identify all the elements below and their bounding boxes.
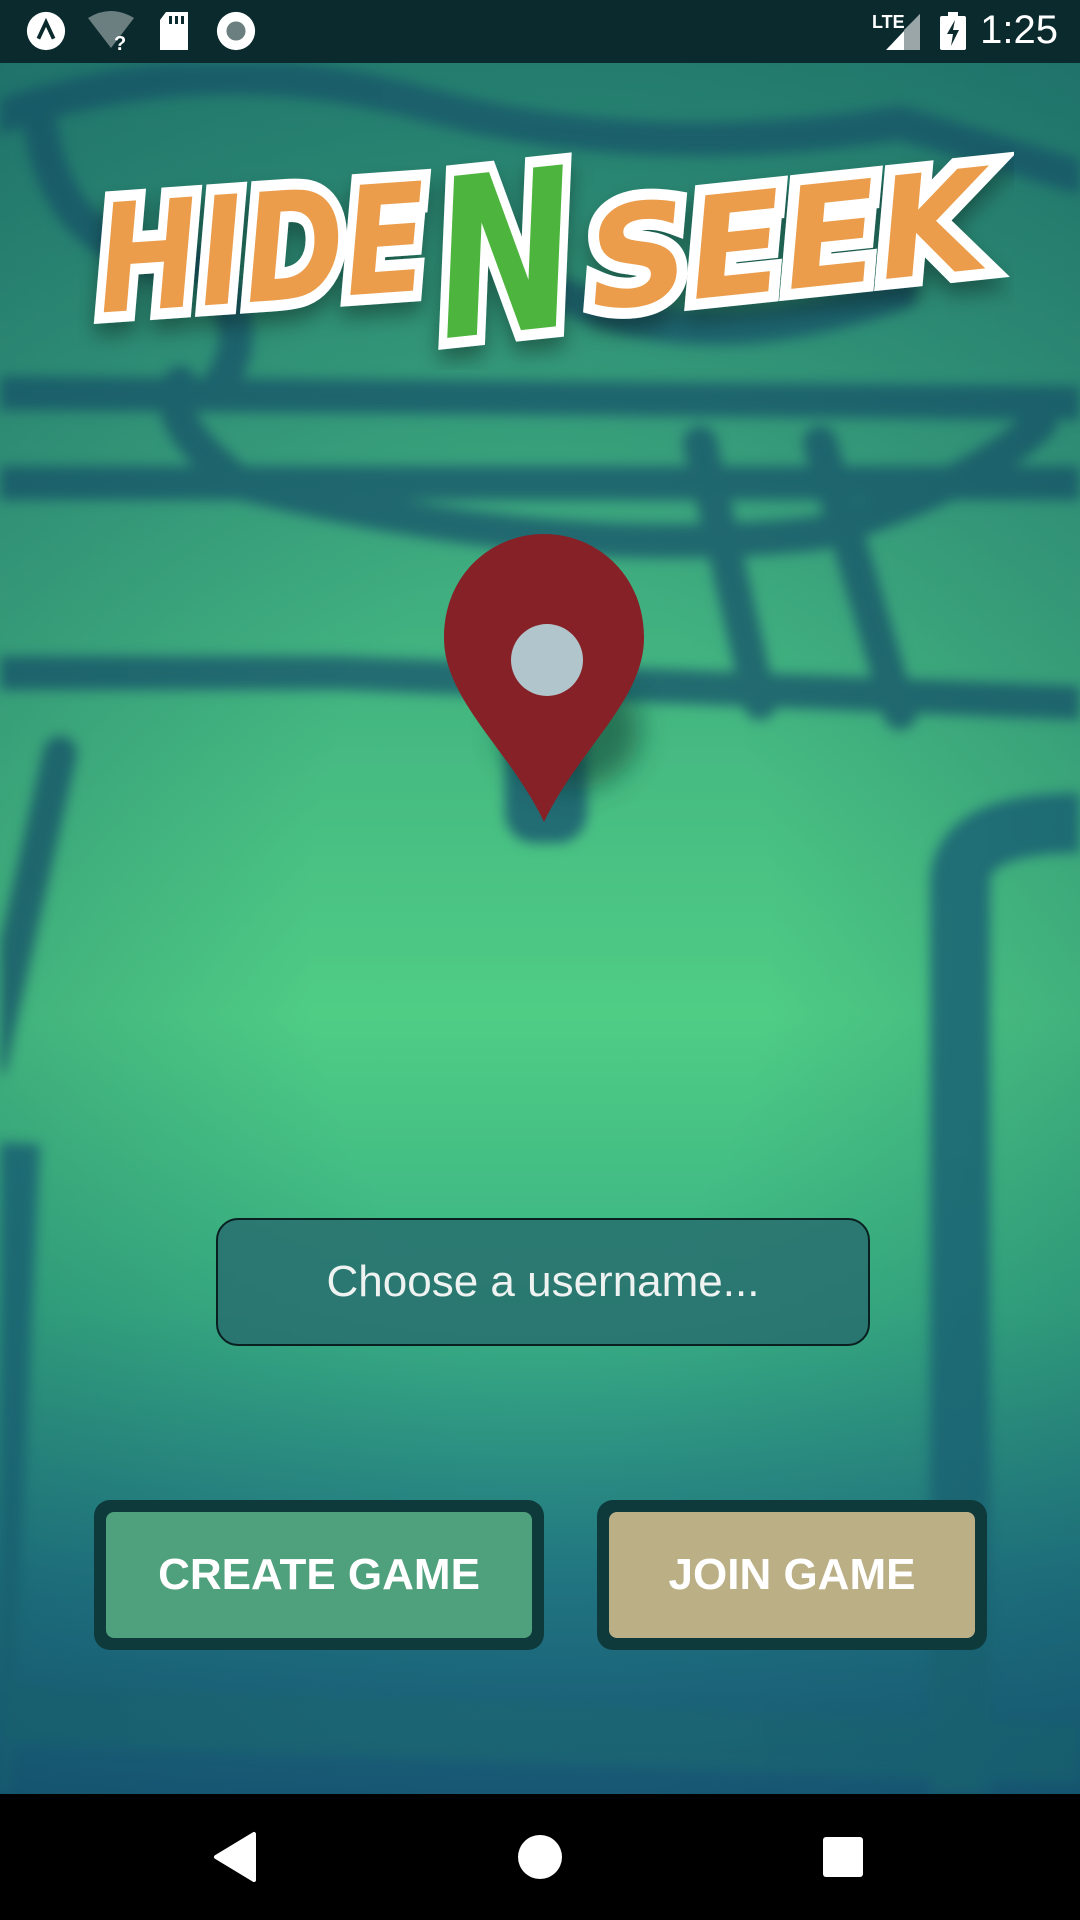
create-game-button[interactable]: CREATE GAME (106, 1512, 532, 1638)
record-icon (216, 11, 256, 51)
status-bar: ? LTE 1:25 (0, 0, 1080, 63)
back-icon[interactable] (204, 1824, 270, 1890)
join-game-button-frame: JOIN GAME (597, 1500, 987, 1650)
location-pin-icon (444, 534, 644, 822)
navigation-bar (0, 1794, 1080, 1920)
wifi-unknown-icon: ? (88, 11, 134, 52)
logo-part-n: N (422, 121, 588, 370)
app-launcher-icon (26, 11, 66, 51)
home-icon[interactable] (507, 1824, 573, 1890)
sd-card-icon (160, 12, 188, 50)
recents-icon[interactable] (810, 1824, 876, 1890)
logo-part-seek: SEEK (580, 139, 1004, 344)
svg-text:?: ? (114, 33, 126, 52)
signal-icon (886, 14, 920, 50)
clock: 1:25 (980, 8, 1058, 52)
join-game-button[interactable]: JOIN GAME (609, 1512, 975, 1638)
battery-charging-icon (940, 12, 966, 50)
username-field[interactable] (216, 1218, 870, 1346)
create-game-button-frame: CREATE GAME (94, 1500, 544, 1650)
logo-part-hide: HIDE (92, 152, 433, 349)
hidenseek-logo: HIDE N SEEK (81, 110, 1014, 370)
username-input[interactable] (218, 1219, 868, 1345)
